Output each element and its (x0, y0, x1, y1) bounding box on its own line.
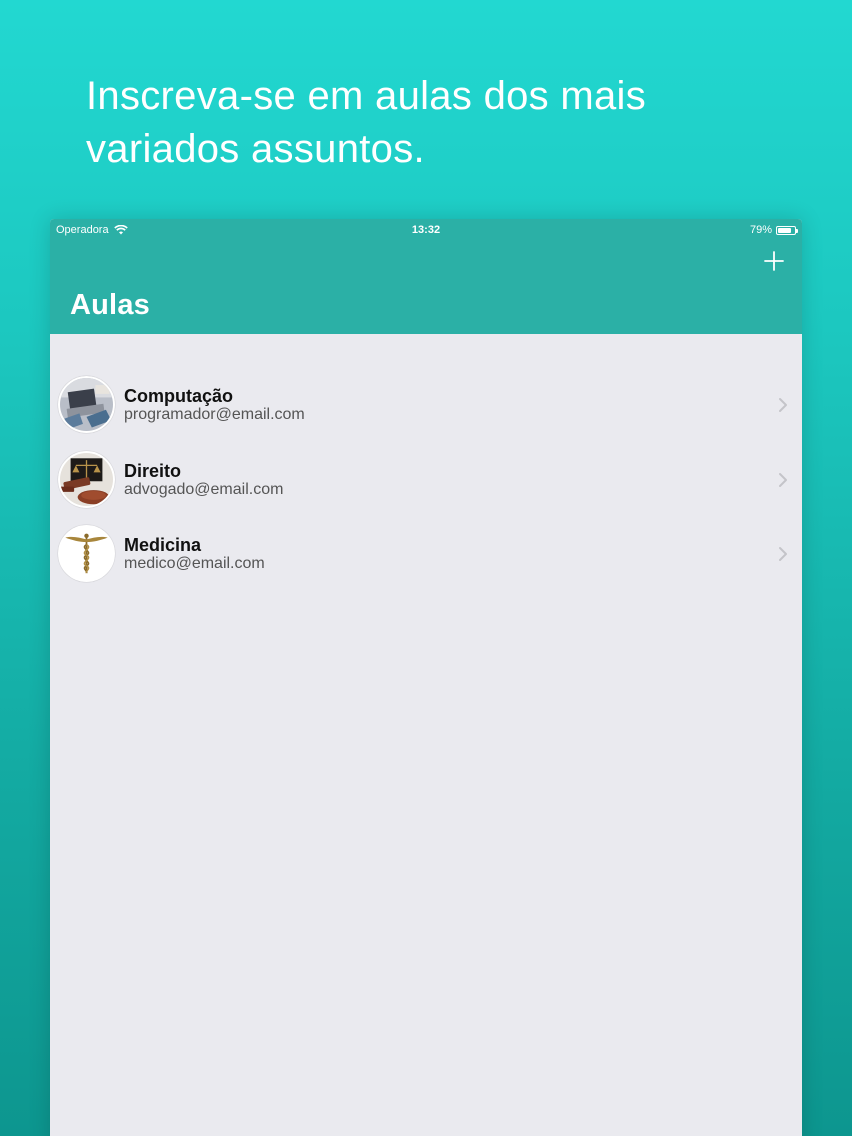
list-item-direito[interactable]: Direito advogado@email.com (50, 444, 802, 519)
add-class-button[interactable] (760, 247, 788, 275)
battery-icon (776, 225, 798, 235)
class-list: Computação programador@email.com Direito… (50, 369, 802, 593)
navigation-bar: Operadora 13:32 79% Aulas (50, 219, 802, 334)
laptop-photo-avatar (58, 376, 115, 433)
class-email: medico@email.com (124, 555, 265, 572)
list-item-medicina[interactable]: Medicina medico@email.com (50, 518, 802, 593)
class-email: programador@email.com (124, 406, 305, 423)
promo-headline: Inscreva-se em aulas dos mais variados a… (86, 70, 786, 176)
plus-icon (764, 251, 784, 271)
list-item-computacao[interactable]: Computação programador@email.com (50, 369, 802, 444)
laptop-photo-icon (60, 378, 113, 431)
chevron-right-icon (779, 547, 787, 561)
class-title: Medicina (124, 535, 202, 555)
caduceus-icon (60, 527, 113, 580)
status-time: 13:32 (411, 224, 441, 236)
battery-percent: 79% (749, 224, 772, 236)
chevron-right-icon (779, 398, 787, 412)
class-title: Computação (124, 386, 234, 406)
status-bar: Operadora 13:32 79% (50, 219, 802, 241)
class-email: advogado@email.com (124, 480, 284, 498)
gavel-scales-photo-icon (60, 452, 113, 506)
promo-headline-line-2: variados assuntos. (86, 127, 425, 171)
caduceus-symbol-avatar (58, 525, 115, 582)
device-screen: Operadora 13:32 79% Aulas Computação pro… (50, 219, 802, 1136)
class-title: Direito (124, 460, 182, 481)
chevron-right-icon (779, 472, 787, 487)
promo-headline-line-1: Inscreva-se em aulas dos mais (86, 74, 647, 118)
battery-fill (778, 227, 791, 233)
page-title: Aulas (70, 289, 150, 321)
battery-indicator: 79% (749, 224, 798, 236)
gavel-scales-photo-avatar (58, 450, 115, 508)
